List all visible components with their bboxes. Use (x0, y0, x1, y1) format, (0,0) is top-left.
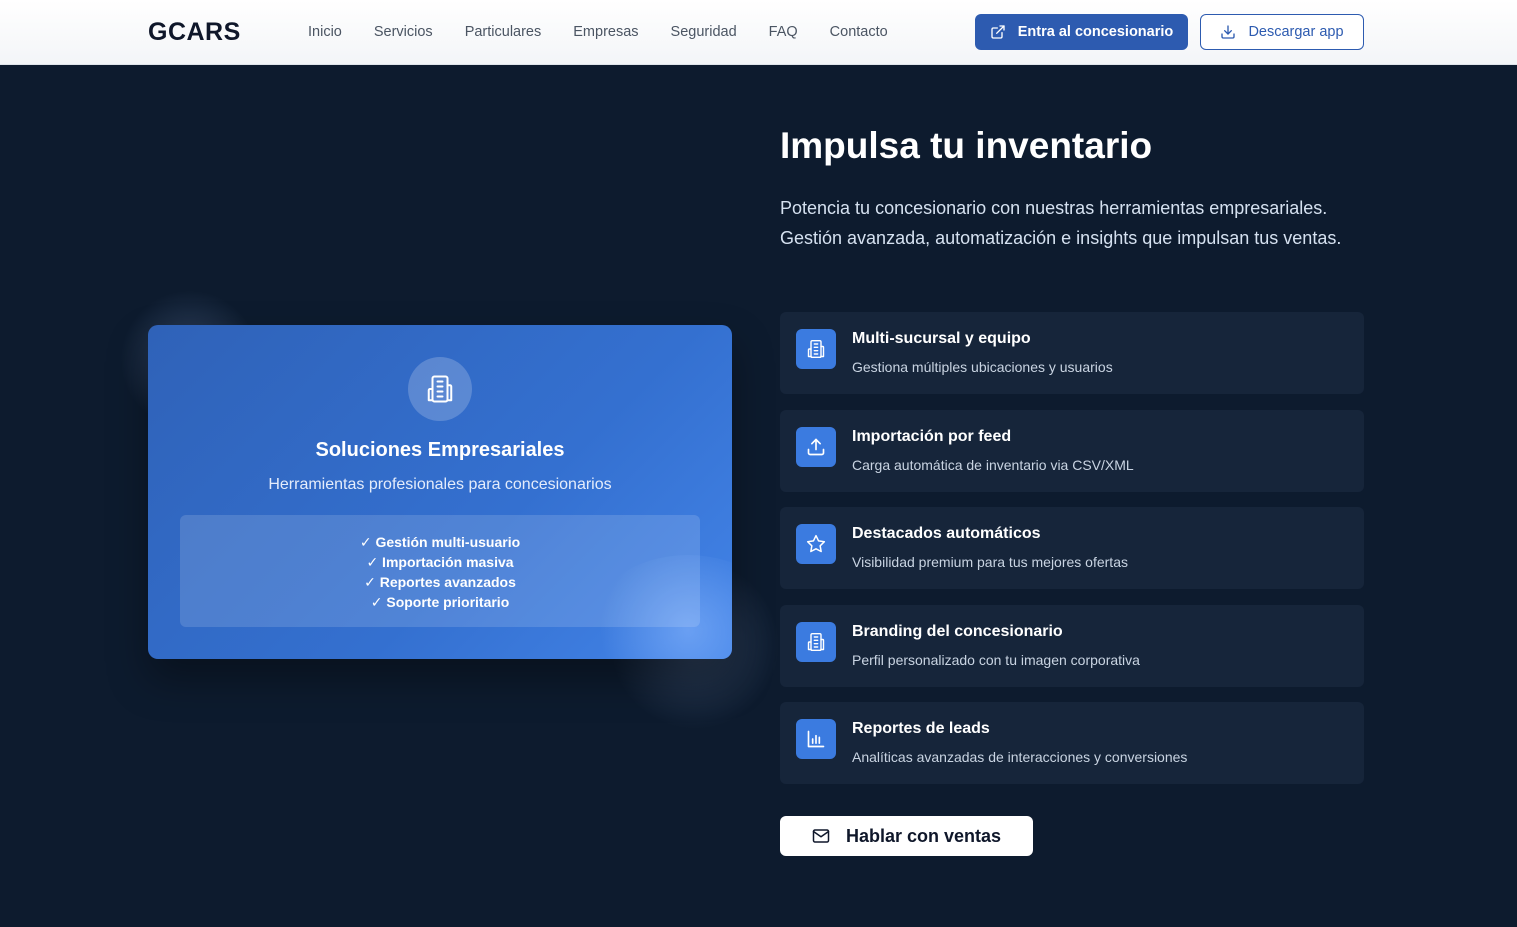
enter-dealership-button[interactable]: Entra al concesionario (975, 14, 1188, 50)
building-icon (408, 357, 472, 421)
enter-dealership-label: Entra al concesionario (1017, 24, 1174, 40)
feature-description: Analíticas avanzadas de interacciones y … (852, 749, 1188, 765)
nav-link-servicios[interactable]: Servicios (374, 22, 433, 42)
feature-multi-branch[interactable]: Multi-sucursal y equipo Gestiona múltipl… (780, 312, 1364, 394)
card-subtitle: Herramientas profesionales para concesio… (268, 476, 612, 493)
main-nav: Inicio Servicios Particulares Empresas S… (308, 22, 920, 42)
download-app-label: Descargar app (1248, 24, 1344, 40)
top-header: GCARS Inicio Servicios Particulares Empr… (0, 0, 1517, 65)
checklist: ✓ Gestión multi-usuario ✓ Importación ma… (180, 515, 700, 627)
upload-icon (796, 426, 836, 467)
feature-list: Multi-sucursal y equipo Gestiona múltipl… (780, 312, 1364, 800)
feature-auto-highlights[interactable]: Destacados automáticos Visibilidad premi… (780, 507, 1364, 589)
feature-title: Destacados automáticos (852, 525, 1041, 542)
feature-description: Perfil personalizado con tu imagen corpo… (852, 651, 1140, 668)
feature-title: Importación por feed (852, 427, 1012, 445)
feature-description: Visibilidad premium para tus mejores ofe… (852, 554, 1128, 570)
card-title: Soluciones Empresariales (315, 439, 565, 461)
download-icon (1221, 25, 1236, 39)
mail-icon (812, 829, 830, 843)
checklist-item: ✓ Importación masiva (366, 554, 514, 570)
hero-title: Impulsa tu inventario (780, 125, 1153, 166)
nav-link-particulares[interactable]: Particulares (465, 22, 542, 42)
download-app-button[interactable]: Descargar app (1200, 14, 1364, 50)
feature-branding[interactable]: Branding del concesionario Perfil person… (780, 604, 1364, 687)
building-icon (796, 621, 836, 662)
bar-chart-icon (796, 719, 836, 759)
feature-description: Carga automática de inventario via CSV/X… (852, 456, 1134, 473)
enterprise-solutions-card: Soluciones Empresariales Herramientas pr… (148, 325, 732, 659)
nav-link-contacto[interactable]: Contacto (830, 22, 888, 42)
feature-title: Branding del concesionario (852, 622, 1063, 640)
feature-description: Gestiona múltiples ubicaciones y usuario… (852, 359, 1113, 375)
checklist-item: ✓ Gestión multi-usuario (359, 534, 521, 550)
brand-logo[interactable]: GCARS (148, 18, 241, 47)
talk-to-sales-label: Hablar con ventas (845, 825, 1002, 846)
feature-feed-import[interactable]: Importación por feed Carga automática de… (780, 409, 1364, 492)
feature-lead-reports[interactable]: Reportes de leads Analíticas avanzadas d… (780, 702, 1364, 784)
nav-link-inicio[interactable]: Inicio (308, 22, 342, 42)
checklist-item: ✓ Reportes avanzados (364, 574, 516, 590)
nav-link-empresas[interactable]: Empresas (573, 22, 638, 42)
talk-to-sales-button[interactable]: Hablar con ventas (780, 816, 1033, 856)
feature-title: Reportes de leads (852, 720, 990, 737)
nav-link-faq[interactable]: FAQ (769, 22, 798, 42)
hero-description: Potencia tu concesionario con nuestras h… (780, 198, 1342, 248)
star-icon (796, 524, 836, 564)
external-link-icon (991, 25, 1005, 39)
building-icon (796, 329, 836, 369)
feature-title: Multi-sucursal y equipo (852, 330, 1031, 347)
nav-link-seguridad[interactable]: Seguridad (671, 22, 737, 42)
checklist-item: ✓ Soporte prioritario (370, 594, 510, 610)
